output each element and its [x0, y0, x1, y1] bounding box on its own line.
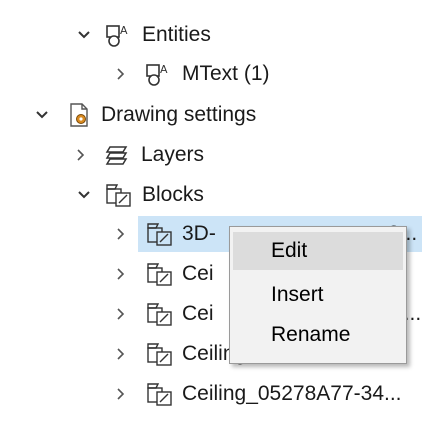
chevron-down-icon[interactable]: [75, 186, 93, 204]
menu-item-insert[interactable]: Insert: [233, 276, 403, 314]
context-menu: Edit Insert Rename: [229, 226, 407, 364]
tree-node-label: Cei: [182, 262, 214, 285]
menu-item-label: Edit: [271, 239, 308, 262]
tree-node-drawing-settings[interactable]: Drawing settings: [0, 95, 422, 135]
block-icon: [105, 182, 131, 208]
entities-icon: A: [145, 61, 171, 87]
project-tree: A Entities A MText (1) Drawing settings …: [0, 0, 422, 425]
tree-node-entities[interactable]: A Entities: [0, 15, 422, 55]
drawing-settings-icon: [66, 102, 92, 128]
chevron-down-icon[interactable]: [75, 26, 93, 44]
layers-icon: [104, 143, 130, 169]
menu-item-rename[interactable]: Rename: [233, 316, 403, 354]
entities-icon: A: [105, 22, 131, 48]
tree-node-block-item[interactable]: Ceiling_05278A77-34...: [0, 374, 422, 414]
tree-node-blocks[interactable]: Blocks: [0, 175, 422, 215]
block-icon: [146, 301, 172, 327]
menu-item-edit[interactable]: Edit: [233, 232, 403, 270]
chevron-right-icon[interactable]: [112, 265, 130, 283]
chevron-right-icon[interactable]: [112, 345, 130, 363]
tree-node-label: Cei: [182, 302, 214, 325]
tree-node-label: MText (1): [182, 62, 270, 85]
menu-item-label: Insert: [271, 283, 324, 306]
svg-text:A: A: [160, 63, 168, 76]
tree-node-label: 3D-: [182, 222, 216, 245]
tree-node-label: Drawing settings: [101, 103, 257, 126]
block-icon: [146, 341, 172, 367]
block-icon: [146, 221, 172, 247]
tree-node-label: Layers: [141, 143, 205, 166]
chevron-right-icon[interactable]: [112, 225, 130, 243]
chevron-right-icon[interactable]: [72, 146, 90, 164]
svg-text:A: A: [120, 24, 128, 37]
chevron-right-icon[interactable]: [112, 65, 130, 83]
tree-node-label: Blocks: [142, 183, 204, 206]
chevron-down-icon[interactable]: [33, 106, 51, 124]
tree-node-label: Entities: [142, 23, 211, 46]
tree-node-layers[interactable]: Layers: [0, 135, 422, 175]
block-icon: [146, 261, 172, 287]
block-icon: [146, 381, 172, 407]
chevron-right-icon[interactable]: [112, 385, 130, 403]
menu-item-label: Rename: [271, 323, 351, 346]
chevron-right-icon[interactable]: [112, 305, 130, 323]
tree-node-mtext[interactable]: A MText (1): [0, 54, 422, 94]
tree-node-label: Ceiling_05278A77-34...: [182, 382, 402, 405]
